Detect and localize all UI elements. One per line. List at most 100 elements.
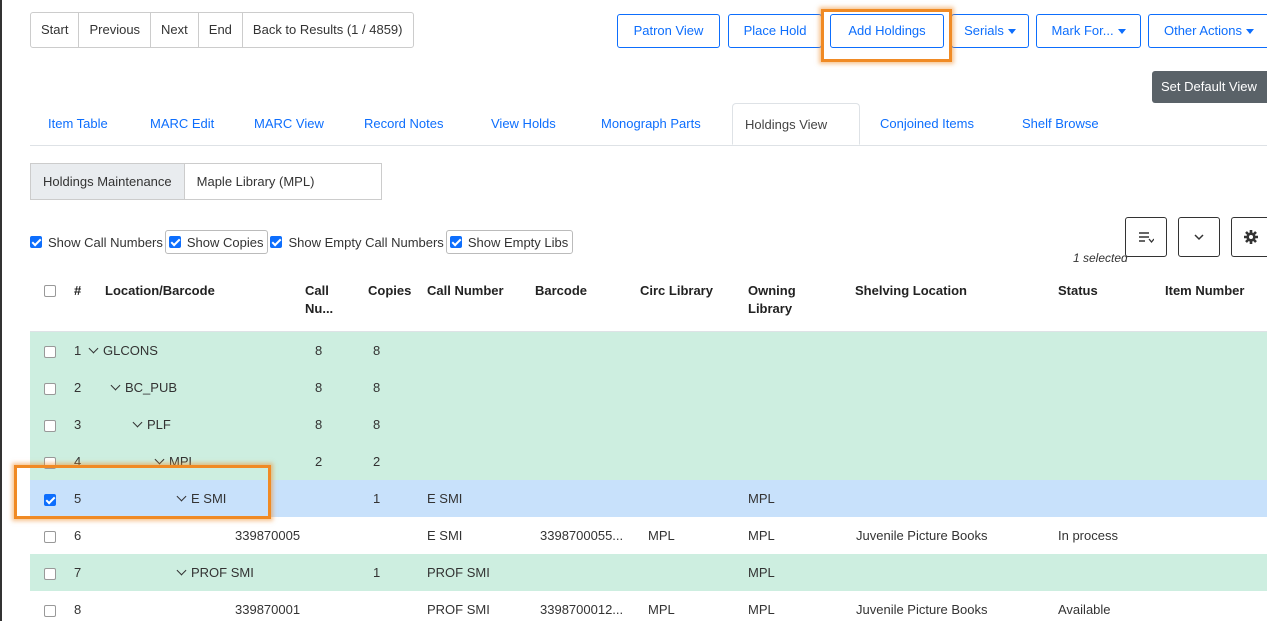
next-button[interactable]: Next: [150, 12, 199, 48]
row-checkbox[interactable]: [44, 345, 56, 358]
serials-dropdown[interactable]: Serials: [951, 14, 1029, 48]
tab-monograph-parts[interactable]: Monograph Parts: [601, 103, 701, 145]
row-owning-library: MPL: [748, 602, 775, 617]
tab-marc-edit[interactable]: MARC Edit: [150, 103, 214, 145]
other-actions-dropdown[interactable]: Other Actions: [1148, 14, 1267, 48]
col-owning-line1: Owning: [748, 283, 796, 298]
checkbox-checked-icon[interactable]: [449, 236, 462, 248]
row-location[interactable]: MPL: [154, 443, 196, 480]
checkbox-checked-icon[interactable]: [30, 236, 42, 248]
chevron-down-icon[interactable]: [88, 343, 99, 354]
col-status[interactable]: Status: [1058, 282, 1098, 300]
tab-holdings-view[interactable]: Holdings View: [732, 103, 860, 145]
tab-view-holds[interactable]: View Holds: [491, 103, 556, 145]
col-circ-library[interactable]: Circ Library: [640, 282, 713, 300]
set-default-view-button[interactable]: Set Default View: [1152, 71, 1267, 103]
col-owning-library[interactable]: Owning Library: [748, 282, 796, 318]
row-copies: 1: [373, 491, 381, 506]
checkbox-checked-icon[interactable]: [168, 236, 181, 248]
filter-show-empty-call-numbers[interactable]: Show Empty Call Numbers: [270, 231, 444, 253]
add-holdings-button[interactable]: Add Holdings: [830, 14, 944, 48]
row-copies: 1: [373, 565, 381, 580]
row-location[interactable]: PROF SMI: [176, 554, 254, 591]
col-copies[interactable]: Copies: [368, 282, 411, 300]
row-location[interactable]: E SMI: [176, 480, 227, 517]
row-checkbox[interactable]: [44, 530, 56, 543]
tab-marc-view[interactable]: MARC View: [254, 103, 324, 145]
tab-shelf-browse[interactable]: Shelf Browse: [1022, 103, 1099, 145]
table-row[interactable]: 7 PROF SMI 1 PROF SMI MPL: [30, 554, 1267, 592]
col-item-number[interactable]: Item Number: [1165, 282, 1244, 300]
col-shelving-location[interactable]: Shelving Location: [855, 282, 967, 300]
row-checkbox[interactable]: [44, 567, 56, 580]
table-row[interactable]: 8 339870001 PROF SMI 3398700012... MPL MPL Juv…: [30, 591, 1267, 629]
filter-show-empty-libs[interactable]: Show Empty Libs: [445, 230, 574, 254]
row-callnums: 8: [315, 417, 323, 432]
col-call-numbers[interactable]: Call Nu...: [305, 282, 333, 318]
selected-count: 1 selected: [1073, 251, 1128, 265]
table-row[interactable]: 2 BC_PUB 8 8: [30, 369, 1267, 407]
checkbox-checked-icon[interactable]: [270, 236, 283, 248]
col-call-numbers-line2: Nu...: [305, 301, 334, 316]
grid-header: # Location/Barcode Call Nu... Copies Call…: [30, 270, 1267, 332]
row-checkbox[interactable]: [44, 493, 56, 506]
table-row[interactable]: 4 MPL 2 2: [30, 443, 1267, 481]
tab-record-notes[interactable]: Record Notes: [364, 103, 443, 145]
row-number: 7: [74, 565, 82, 580]
chevron-down-icon[interactable]: [176, 565, 187, 576]
row-location[interactable]: GLCONS: [88, 332, 158, 369]
row-location[interactable]: BC_PUB: [110, 369, 178, 406]
chevron-down-icon[interactable]: [132, 417, 143, 428]
row-shelving-location: Juvenile Picture Books: [856, 528, 988, 543]
table-row[interactable]: 1 GLCONS 8 8: [30, 332, 1267, 370]
row-location-label: E SMI: [191, 491, 227, 506]
table-row[interactable]: 5 E SMI 1 E SMI MPL: [30, 480, 1267, 518]
previous-button[interactable]: Previous: [78, 12, 152, 48]
row-callnums: 2: [315, 454, 323, 469]
col-call-numbers-line1: Call: [305, 283, 329, 298]
row-checkbox[interactable]: [44, 604, 56, 617]
end-button[interactable]: End: [197, 12, 243, 48]
row-shelving-location: Juvenile Picture Books: [856, 602, 988, 617]
expand-menu-button[interactable]: [1178, 217, 1220, 257]
mark-for-dropdown[interactable]: Mark For...: [1036, 14, 1141, 48]
row-circ-library: MPL: [648, 528, 675, 543]
chevron-down-icon[interactable]: [110, 380, 121, 391]
chevron-down-icon[interactable]: [154, 454, 165, 465]
row-checkbox[interactable]: [44, 456, 56, 469]
tab-item-table[interactable]: Item Table: [48, 103, 108, 145]
filter-show-copies[interactable]: Show Copies: [164, 230, 269, 254]
start-button[interactable]: Start: [30, 12, 80, 48]
patron-view-button[interactable]: Patron View: [617, 14, 720, 48]
library-selector[interactable]: Maple Library (MPL): [183, 163, 382, 200]
col-call-number[interactable]: Call Number: [427, 282, 504, 300]
holdings-subtabs: Holdings Maintenance Maple Library (MPL): [30, 163, 382, 200]
caret-down-icon: [1117, 29, 1126, 35]
row-location[interactable]: PLF: [132, 406, 171, 443]
row-copies: 8: [373, 343, 381, 358]
col-location-barcode[interactable]: Location/Barcode: [105, 282, 215, 300]
sort-list-button[interactable]: [1125, 217, 1167, 257]
filter-label: Show Call Numbers: [48, 234, 163, 250]
table-row[interactable]: 3 PLF 8 8: [30, 406, 1267, 444]
gear-icon: [1243, 230, 1258, 244]
caret-down-icon: [1007, 29, 1016, 35]
row-checkbox[interactable]: [44, 419, 56, 432]
row-barcode-location: 339870001: [235, 602, 301, 617]
place-hold-button[interactable]: Place Hold: [728, 14, 822, 48]
col-barcode[interactable]: Barcode: [535, 282, 587, 300]
col-owning-line2: Library: [748, 301, 793, 316]
filter-show-call-numbers[interactable]: Show Call Numbers: [30, 231, 163, 253]
row-number: 8: [74, 602, 82, 617]
holdings-maintenance-button[interactable]: Holdings Maintenance: [30, 163, 185, 200]
back-to-results-button[interactable]: Back to Results (1 / 4859): [241, 12, 414, 48]
tab-conjoined-items[interactable]: Conjoined Items: [880, 103, 974, 145]
table-row[interactable]: 6 339870005 E SMI 3398700055... MPL MPL Juveni…: [30, 517, 1267, 555]
col-num[interactable]: #: [74, 282, 81, 300]
row-location-label: BC_PUB: [125, 380, 178, 395]
chevron-down-icon[interactable]: [176, 491, 187, 502]
grid-settings-button[interactable]: [1231, 217, 1267, 257]
row-location-label: PLF: [147, 417, 171, 432]
select-all-checkbox[interactable]: [44, 285, 56, 297]
row-checkbox[interactable]: [44, 382, 56, 395]
